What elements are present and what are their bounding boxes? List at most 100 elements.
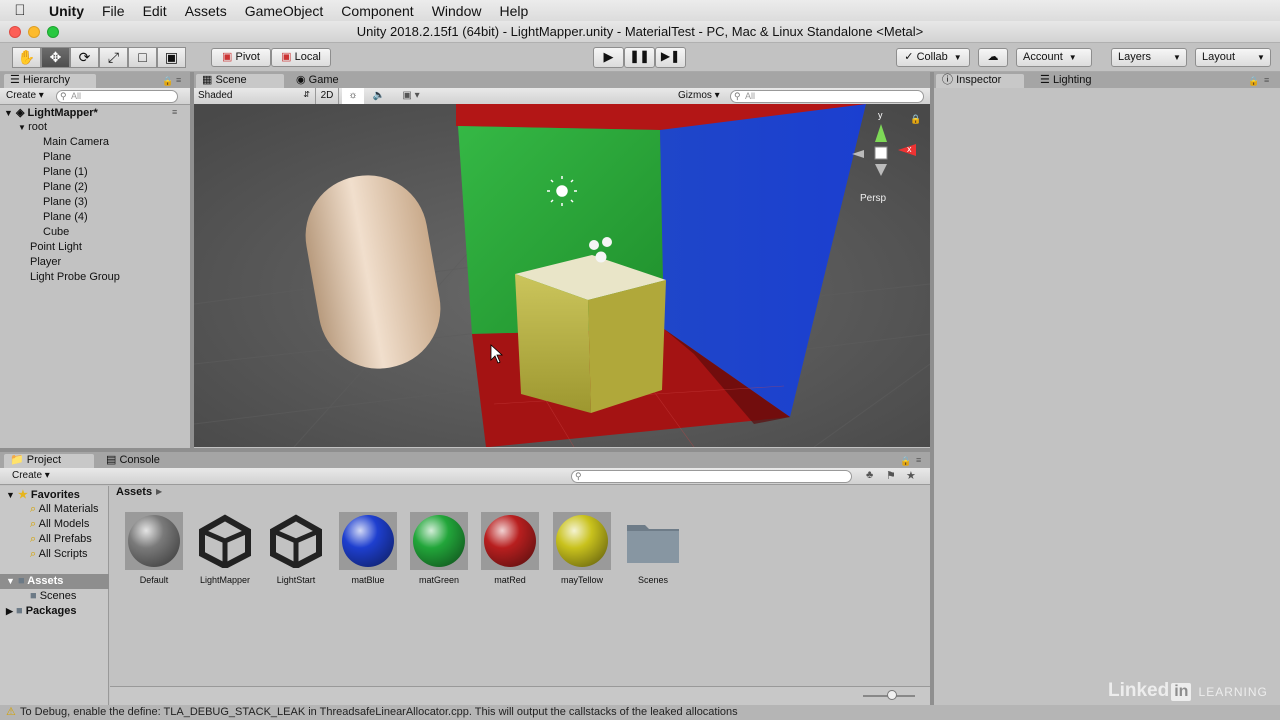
favorite-item[interactable]: ⌕ All Scripts (30, 548, 88, 561)
game-icon: ◉ (296, 74, 306, 86)
tab-console[interactable]: ▤ Console (100, 454, 180, 468)
tab-hierarchy[interactable]: ☰ Hierarchy (4, 74, 96, 88)
assets-folder-item[interactable]: ▼ ■ Assets (6, 575, 63, 587)
asset-item[interactable]: matBlue (336, 512, 400, 585)
slider-handle[interactable] (887, 690, 897, 700)
material-thumbnail (553, 512, 611, 570)
step-button[interactable]: ▶❚ (655, 47, 686, 68)
scene-root-item[interactable]: ▼ ◈ LightMapper* (4, 106, 98, 119)
tab-lighting[interactable]: ☰ Lighting (1034, 74, 1114, 88)
gizmos-dropdown[interactable]: Gizmos ▾ (678, 90, 720, 101)
hierarchy-item[interactable]: ▼ root (18, 121, 47, 133)
project-search-input[interactable]: ⚲ (571, 470, 852, 483)
2d-toggle-button[interactable]: 2D (315, 88, 339, 104)
scene-effects-dropdown[interactable]: ▣ ▾ (396, 88, 426, 104)
local-toggle-button[interactable]: ▣ Local (271, 48, 331, 67)
scenes-folder-item[interactable]: ■ Scenes (30, 590, 76, 602)
asset-item[interactable]: matRed (478, 512, 542, 585)
filter-by-label-icon[interactable]: ⚑ (886, 469, 896, 482)
hierarchy-item[interactable]: Plane (2) (43, 181, 88, 193)
scene-audio-toggle[interactable]: 🔈 (368, 88, 390, 104)
hierarchy-item[interactable]: Plane (3) (43, 196, 88, 208)
asset-item[interactable]: Scenes (621, 512, 685, 585)
collab-dropdown[interactable]: ✓ Collab ▼ (896, 48, 970, 67)
hierarchy-search-input[interactable]: ⚲ All (56, 90, 178, 103)
play-button[interactable]: ▶ (593, 47, 624, 68)
scene-search-input[interactable]: ⚲ All (730, 90, 924, 103)
panel-menu-icon[interactable]: ≡ (916, 455, 921, 465)
hierarchy-item[interactable]: Main Camera (43, 136, 109, 148)
hierarchy-item[interactable]: Plane (4) (43, 211, 88, 223)
hierarchy-item[interactable]: Plane (1) (43, 166, 88, 178)
pause-button[interactable]: ❚❚ (624, 47, 655, 68)
menu-window[interactable]: Window (423, 3, 491, 19)
expand-arrow-icon[interactable]: ▼ (4, 108, 13, 118)
asset-item[interactable]: mayTellow (550, 512, 614, 585)
apple-icon[interactable]:  (0, 2, 40, 19)
tab-lighting-label: Lighting (1052, 74, 1092, 86)
rect-tool-button[interactable]: □ (128, 47, 157, 68)
hierarchy-item[interactable]: Cube (43, 226, 69, 238)
hierarchy-item[interactable]: Player (30, 256, 61, 268)
breadcrumb-assets[interactable]: Assets (116, 486, 152, 498)
lock-icon[interactable]: 🔒 (162, 76, 173, 87)
asset-item[interactable]: matGreen (407, 512, 471, 585)
layout-dropdown[interactable]: Layout ▼ (1195, 48, 1271, 67)
menu-assets[interactable]: Assets (176, 3, 236, 19)
hierarchy-item[interactable]: Plane (43, 151, 71, 163)
packages-folder-item[interactable]: ▶ ■ Packages (6, 605, 76, 617)
panel-menu-icon[interactable]: ≡ (1264, 75, 1269, 85)
favorite-item[interactable]: ⌕ All Prefabs (30, 533, 92, 546)
expand-arrow-icon[interactable]: ▼ (6, 490, 15, 500)
asset-label: matRed (494, 575, 526, 585)
menu-component[interactable]: Component (332, 3, 422, 19)
menu-edit[interactable]: Edit (134, 3, 176, 19)
shading-mode-dropdown[interactable]: Shaded ⇵ (198, 90, 310, 101)
hierarchy-item[interactable]: Point Light (30, 241, 82, 253)
asset-item[interactable]: LightMapper (193, 512, 257, 585)
minimize-window-button[interactable] (28, 26, 40, 38)
favorite-star-icon[interactable]: ★ (906, 469, 916, 482)
status-bar[interactable]: ⚠ To Debug, enable the define: TLA_DEBUG… (0, 705, 1280, 720)
filter-by-type-icon[interactable]: ♣ (866, 469, 873, 481)
favorites-item[interactable]: ▼ ★ Favorites (6, 488, 80, 501)
zoom-window-button[interactable] (47, 26, 59, 38)
scene-viewport[interactable]: y x Persp 🔒 (194, 104, 930, 447)
menu-file[interactable]: File (93, 3, 134, 19)
asset-item[interactable]: LightStart (264, 512, 328, 585)
tab-game[interactable]: ◉ Game (290, 74, 370, 88)
scene-menu-icon[interactable]: ≡ (172, 107, 177, 117)
close-window-button[interactable] (9, 26, 21, 38)
menu-app-unity[interactable]: Unity (40, 3, 93, 19)
scene-lighting-toggle[interactable]: ☼ (342, 88, 364, 104)
tab-project[interactable]: 📁 Project (4, 454, 94, 468)
panel-menu-icon[interactable]: ≡ (176, 75, 181, 85)
expand-arrow-icon[interactable]: ▶ (6, 606, 13, 616)
expand-arrow-icon[interactable]: ▼ (18, 123, 28, 132)
tab-inspector[interactable]: ⓘ Inspector (936, 74, 1024, 88)
tab-scene[interactable]: ▦ Scene (196, 74, 284, 88)
hierarchy-create-dropdown[interactable]: Create ▾ (6, 90, 44, 101)
layers-dropdown[interactable]: Layers ▼ (1111, 48, 1187, 67)
play-icon: ▶ (603, 49, 614, 64)
menu-help[interactable]: Help (490, 3, 537, 19)
move-tool-button[interactable]: ✥ (41, 47, 70, 68)
menu-gameobject[interactable]: GameObject (236, 3, 333, 19)
scale-tool-button[interactable]: ⤢ (99, 47, 128, 68)
expand-arrow-icon[interactable]: ▼ (6, 576, 15, 586)
hierarchy-item[interactable]: Light Probe Group (30, 271, 120, 283)
lock-icon[interactable]: 🔒 (1248, 76, 1259, 87)
cloud-button[interactable]: ☁ (978, 48, 1008, 67)
favorite-item[interactable]: ⌕ All Models (30, 518, 89, 531)
favorite-item[interactable]: ⌕ All Materials (30, 503, 99, 516)
asset-item[interactable]: Default (122, 512, 186, 585)
hand-tool-button[interactable]: ✋ (12, 47, 41, 68)
pivot-toggle-button[interactable]: ▣ Pivot (211, 48, 271, 67)
persp-label[interactable]: Persp (860, 193, 887, 204)
rotate-tool-button[interactable]: ⟳ (70, 47, 99, 68)
transform-tool-button[interactable]: ▣ (157, 47, 186, 68)
lock-icon[interactable]: 🔒 (900, 456, 911, 467)
account-dropdown[interactable]: Account ▼ (1016, 48, 1092, 67)
lock-icon[interactable]: 🔒 (910, 114, 921, 125)
project-create-dropdown[interactable]: Create ▾ (12, 470, 50, 481)
